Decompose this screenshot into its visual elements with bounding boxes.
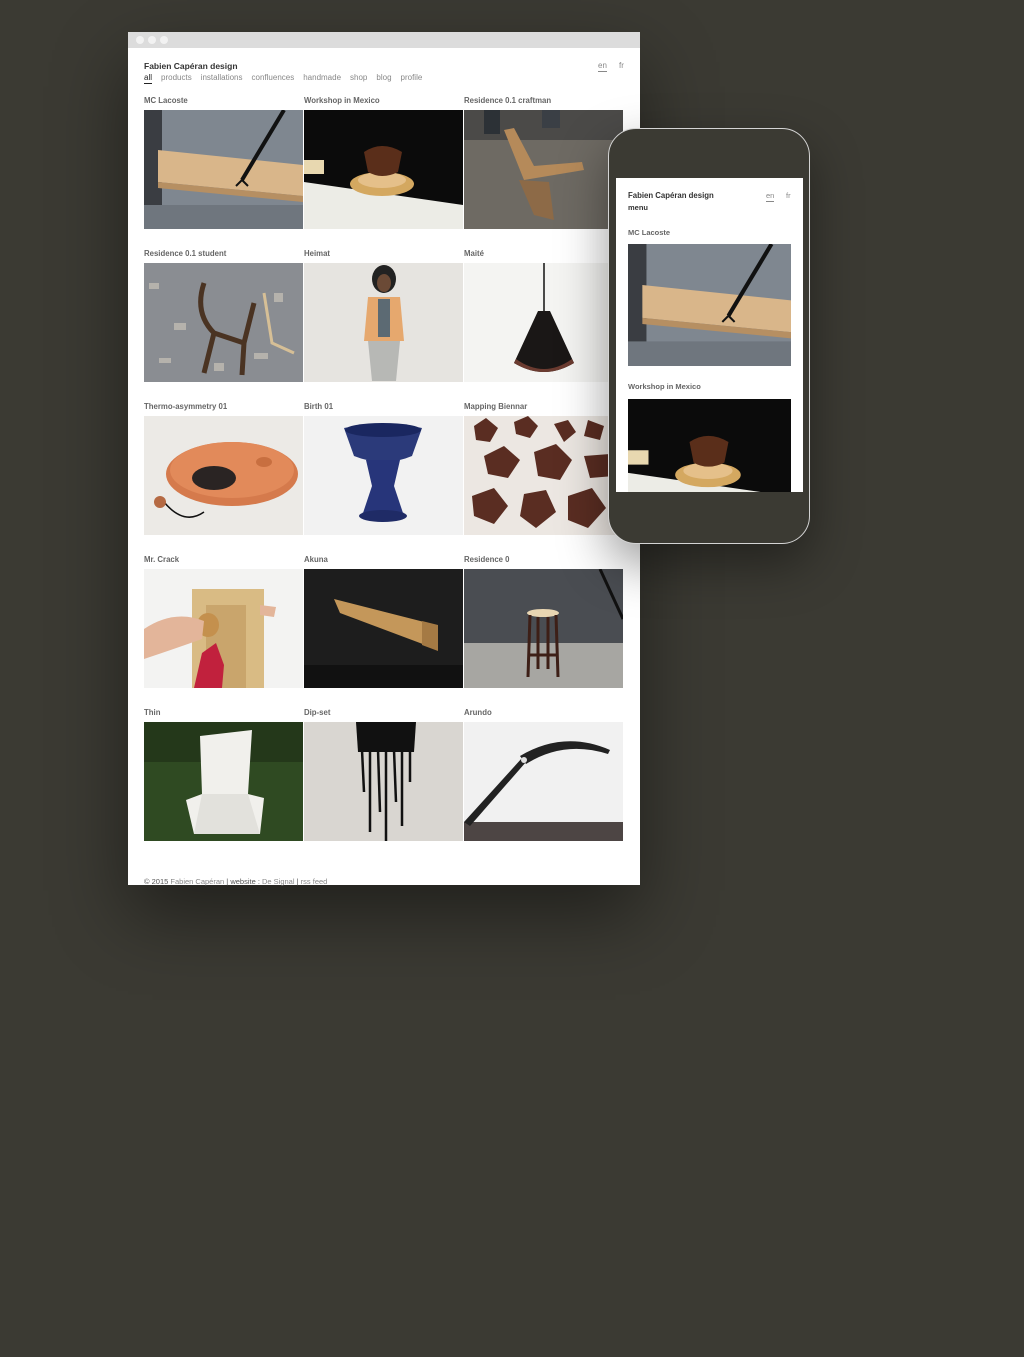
- project-title[interactable]: Residence 0: [464, 555, 623, 569]
- project-thumbnail[interactable]: [464, 569, 623, 688]
- project-title[interactable]: Akuna: [304, 555, 463, 569]
- project-card[interactable]: Birth 01: [304, 402, 463, 535]
- phone-screen: Fabien Capéran design menu en fr MC Laco…: [616, 178, 803, 492]
- project-title[interactable]: Thin: [144, 708, 303, 722]
- window-dot-icon: [148, 36, 156, 44]
- author-link[interactable]: Fabien Capéran: [170, 877, 224, 886]
- mobile-project-thumbnail[interactable]: [628, 244, 791, 366]
- lang-fr-link[interactable]: fr: [619, 61, 624, 70]
- project-thumbnail[interactable]: [464, 416, 623, 535]
- main-nav: all products installations confluences handm…: [144, 73, 431, 84]
- site-footer: © 2015 Fabien Capéran | website : De Sig…: [144, 877, 327, 886]
- project-title[interactable]: Workshop in Mexico: [304, 96, 463, 110]
- project-thumbnail[interactable]: [144, 416, 303, 535]
- nav-item-products[interactable]: products: [161, 73, 192, 82]
- project-title[interactable]: Mapping Biennar: [464, 402, 623, 416]
- project-title[interactable]: MC Lacoste: [144, 96, 303, 110]
- nav-item-all[interactable]: all: [144, 73, 153, 84]
- nav-item-shop[interactable]: shop: [350, 73, 367, 82]
- nav-item-confluences[interactable]: confluences: [252, 73, 295, 82]
- window-dot-icon: [160, 36, 168, 44]
- project-title[interactable]: Maité: [464, 249, 623, 263]
- project-card[interactable]: Mapping Biennar: [464, 402, 623, 535]
- mobile-menu-button[interactable]: menu: [628, 203, 648, 212]
- project-card[interactable]: Residence 0.1 craftman: [464, 96, 623, 229]
- project-thumbnail[interactable]: [144, 110, 303, 229]
- project-thumbnail[interactable]: [464, 263, 623, 382]
- project-card[interactable]: Mr. Crack: [144, 555, 303, 688]
- browser-title-bar: [128, 32, 640, 48]
- website-link[interactable]: De Signal: [262, 877, 295, 886]
- project-card[interactable]: Residence 0.1 student: [144, 249, 303, 382]
- project-card[interactable]: Maité: [464, 249, 623, 382]
- project-thumbnail[interactable]: [144, 263, 303, 382]
- project-card[interactable]: Dip-set: [304, 708, 463, 841]
- mobile-site-title[interactable]: Fabien Capéran design: [628, 191, 714, 200]
- project-title[interactable]: Residence 0.1 student: [144, 249, 303, 263]
- mobile-project-title[interactable]: MC Lacoste: [628, 228, 670, 237]
- desktop-browser-mockup: Fabien Capéran design all products install…: [128, 32, 640, 886]
- project-thumbnail[interactable]: [304, 722, 463, 841]
- mobile-project-title[interactable]: Workshop in Mexico: [628, 382, 701, 391]
- project-thumbnail[interactable]: [304, 110, 463, 229]
- project-title[interactable]: Thermo-asymmetry 01: [144, 402, 303, 416]
- project-card[interactable]: MC Lacoste: [144, 96, 303, 229]
- project-thumbnail[interactable]: [304, 416, 463, 535]
- project-card[interactable]: Arundo: [464, 708, 623, 841]
- project-card[interactable]: Residence 0: [464, 555, 623, 688]
- nav-item-blog[interactable]: blog: [376, 73, 391, 82]
- lang-en-link[interactable]: en: [598, 61, 607, 72]
- project-thumbnail[interactable]: [304, 569, 463, 688]
- project-thumbnail[interactable]: [464, 110, 623, 229]
- project-card[interactable]: Workshop in Mexico: [304, 96, 463, 229]
- site-title[interactable]: Fabien Capéran design: [144, 61, 238, 71]
- project-title[interactable]: Mr. Crack: [144, 555, 303, 569]
- nav-item-installations[interactable]: installations: [201, 73, 243, 82]
- project-thumbnail[interactable]: [464, 722, 623, 841]
- project-title[interactable]: Birth 01: [304, 402, 463, 416]
- project-card[interactable]: Thermo-asymmetry 01: [144, 402, 303, 535]
- project-card[interactable]: Akuna: [304, 555, 463, 688]
- rss-feed-link[interactable]: rss feed: [301, 877, 328, 886]
- nav-item-handmade[interactable]: handmade: [303, 73, 341, 82]
- phone-mockup: Fabien Capéran design menu en fr MC Laco…: [608, 128, 810, 544]
- window-dot-icon: [136, 36, 144, 44]
- project-title[interactable]: Dip-set: [304, 708, 463, 722]
- nav-item-profile[interactable]: profile: [401, 73, 423, 82]
- mobile-lang-en-link[interactable]: en: [766, 191, 775, 202]
- project-thumbnail[interactable]: [144, 722, 303, 841]
- project-title[interactable]: Arundo: [464, 708, 623, 722]
- mobile-project-thumbnail[interactable]: [628, 399, 791, 492]
- project-card[interactable]: Heimat: [304, 249, 463, 382]
- project-card[interactable]: Thin: [144, 708, 303, 841]
- copyright-text: © 2015: [144, 877, 169, 886]
- website-label: website :: [230, 877, 262, 886]
- project-thumbnail[interactable]: [304, 263, 463, 382]
- project-title[interactable]: Residence 0.1 craftman: [464, 96, 623, 110]
- mobile-lang-fr-link[interactable]: fr: [786, 191, 791, 200]
- project-title[interactable]: Heimat: [304, 249, 463, 263]
- project-thumbnail[interactable]: [144, 569, 303, 688]
